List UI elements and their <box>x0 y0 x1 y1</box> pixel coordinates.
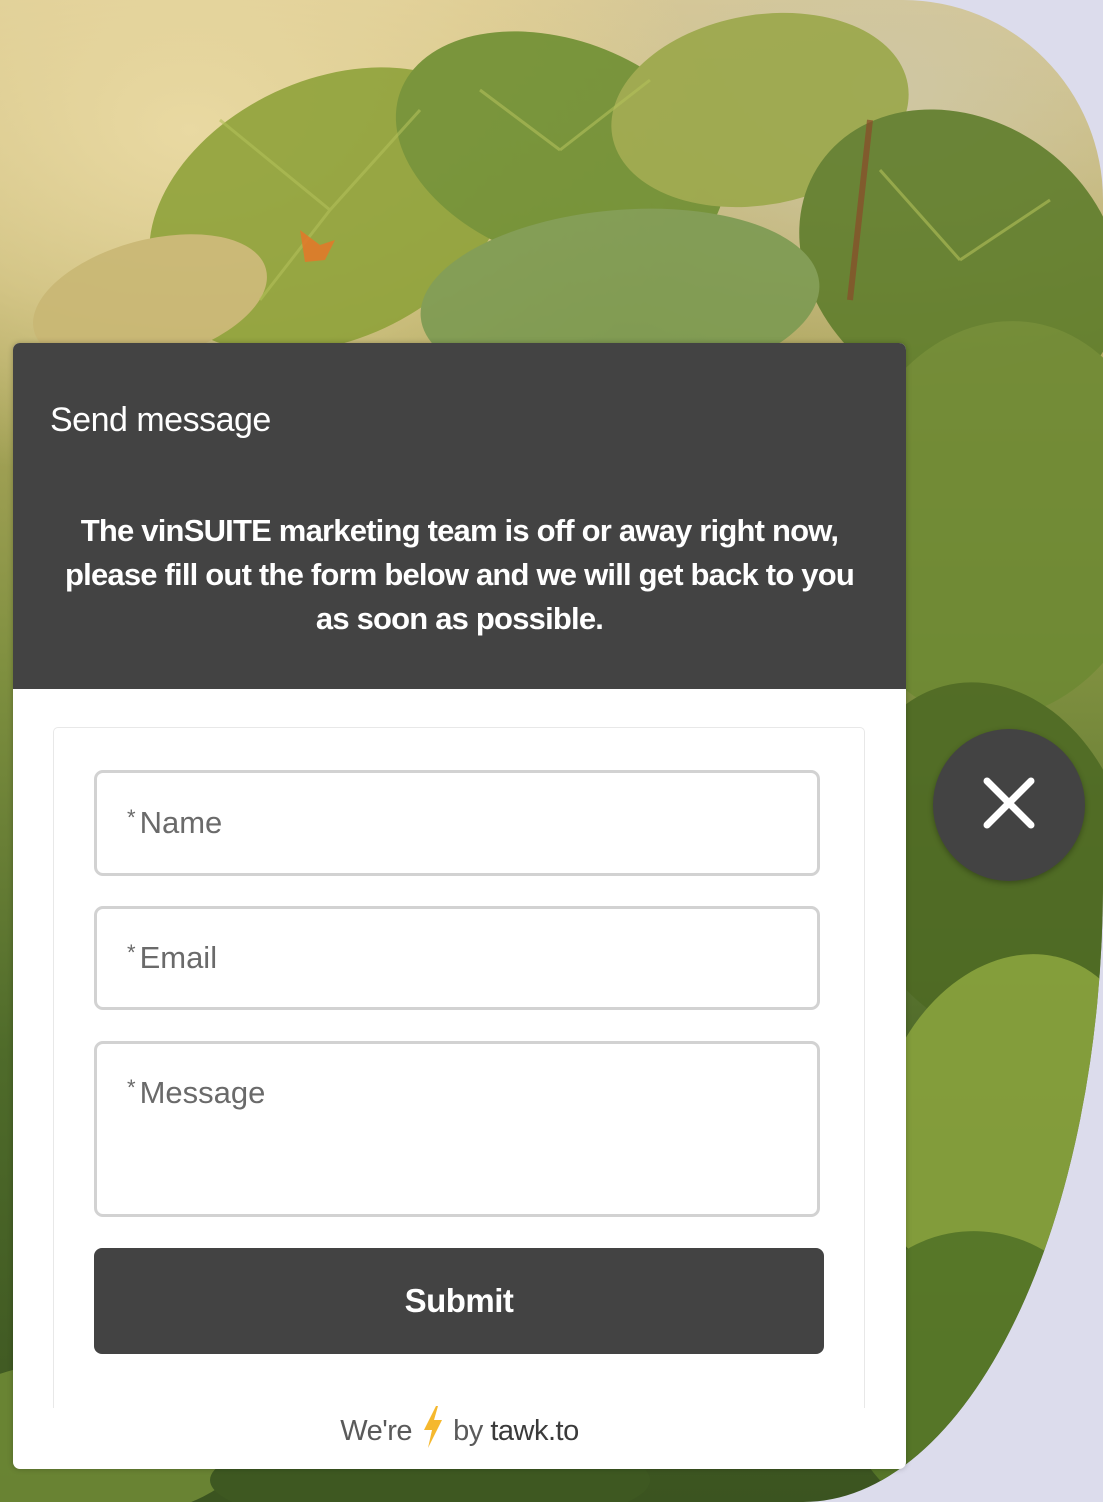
lightning-bolt-icon <box>422 1406 444 1467</box>
required-marker: * <box>127 940 136 965</box>
name-field[interactable]: * Name <box>94 770 820 876</box>
name-field-label: * Name <box>127 805 223 840</box>
required-marker: * <box>127 1075 136 1100</box>
contact-form: * Name * Email * Message Submit <box>53 727 865 1408</box>
email-field[interactable]: * Email <box>94 906 820 1010</box>
required-marker: * <box>127 805 136 830</box>
footer-prefix: We're <box>340 1415 413 1447</box>
footer-by: by <box>453 1415 483 1447</box>
submit-button[interactable]: Submit <box>94 1248 824 1354</box>
close-widget-button[interactable] <box>933 729 1085 881</box>
widget-title: Send message <box>50 401 271 439</box>
chat-widget-panel: Send message The vinSUITE marketing team… <box>13 343 906 1469</box>
widget-header: Send message The vinSUITE marketing team… <box>13 343 906 689</box>
message-field[interactable]: * Message <box>94 1041 820 1217</box>
tawkto-brand: tawk.to <box>490 1415 579 1447</box>
email-field-label: * Email <box>127 940 218 975</box>
powered-by-footer[interactable]: We're by tawk.to <box>13 1403 906 1459</box>
page: Send message The vinSUITE marketing team… <box>0 0 1103 1502</box>
offline-message: The vinSUITE marketing team is off or aw… <box>65 513 855 636</box>
message-field-label: * Message <box>127 1075 266 1110</box>
close-icon <box>983 777 1035 829</box>
